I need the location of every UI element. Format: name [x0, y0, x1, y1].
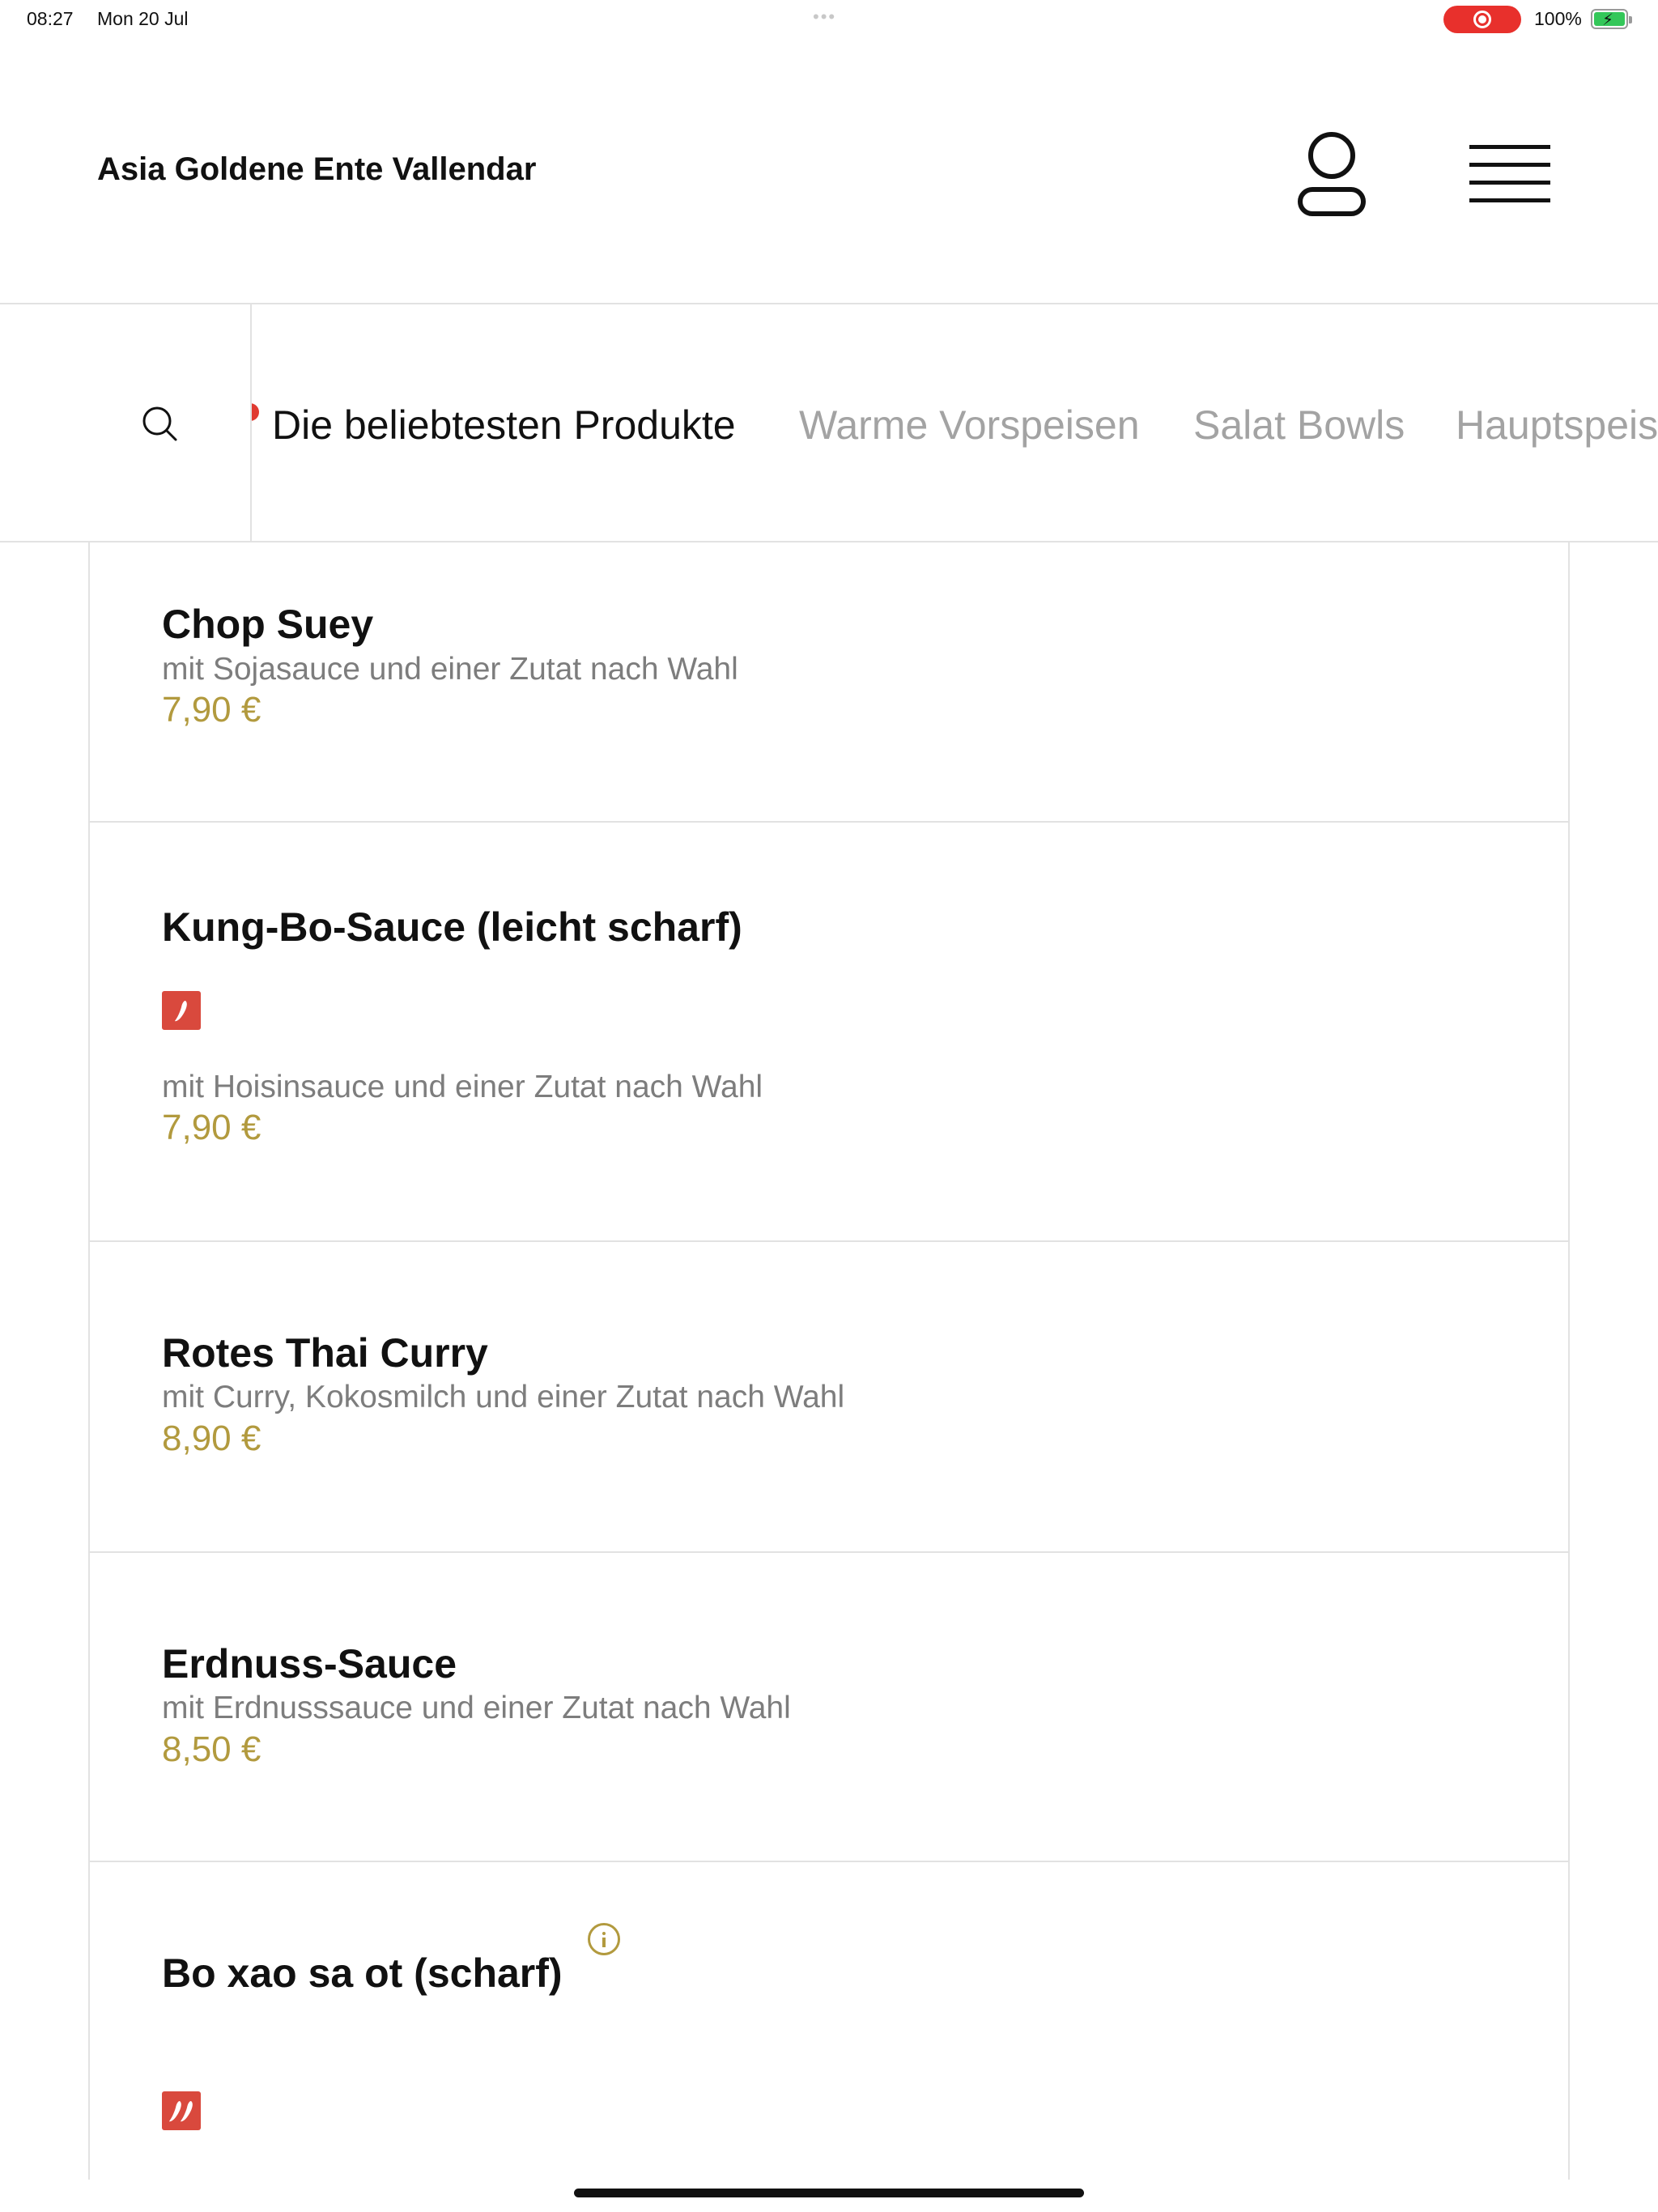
- tab-hauptspeisen[interactable]: Hauptspeis: [1456, 402, 1658, 449]
- status-time: 08:27: [27, 8, 74, 29]
- app-header: Asia Goldene Ente Vallendar: [0, 39, 1658, 304]
- product-item[interactable]: Chop Suey mit Sojasauce und einer Zutat …: [90, 542, 1568, 823]
- product-name: Kung-Bo-Sauce (leicht scharf): [162, 904, 742, 950]
- product-name: Bo xao sa ot (scharf): [162, 1950, 563, 1996]
- hamburger-menu-icon: [1469, 145, 1550, 202]
- product-description: mit Erdnusssauce und einer Zutat nach Wa…: [162, 1691, 791, 1725]
- product-item[interactable]: Kung-Bo-Sauce (leicht scharf) mit Hoisin…: [90, 823, 1568, 1242]
- product-price: 8,90 €: [162, 1419, 261, 1458]
- product-description: mit Curry, Kokosmilch und einer Zutat na…: [162, 1380, 845, 1414]
- chili-icon: [162, 991, 201, 1030]
- product-name: Rotes Thai Curry: [162, 1330, 488, 1376]
- account-button[interactable]: [1291, 126, 1372, 223]
- status-date: Mon 20 Jul: [97, 8, 189, 29]
- charging-bolt-icon: ⚡: [1602, 11, 1614, 29]
- battery-percent: 100%: [1534, 8, 1582, 29]
- menu-button[interactable]: [1461, 136, 1558, 217]
- search-button[interactable]: [0, 304, 252, 541]
- restaurant-name: Asia Goldene Ente Vallendar: [97, 151, 537, 187]
- product-name: Erdnuss-Sauce: [162, 1641, 457, 1687]
- info-icon[interactable]: [588, 1923, 620, 1955]
- screen-recording-indicator[interactable]: [1443, 6, 1521, 33]
- tab-salat-bowls[interactable]: Salat Bowls: [1193, 402, 1405, 449]
- product-name: Chop Suey: [162, 602, 374, 647]
- category-bar: Die beliebtesten Produkte Warme Vorspeis…: [0, 304, 1658, 542]
- product-item[interactable]: Rotes Thai Curry mit Curry, Kokosmilch u…: [90, 1242, 1568, 1553]
- product-price: 7,90 €: [162, 1108, 261, 1147]
- status-bar: 08:27 Mon 20 Jul ••• 100% ⚡: [0, 0, 1658, 39]
- product-description: mit Sojasauce und einer Zutat nach Wahl: [162, 652, 738, 687]
- double-chili-icon: [162, 2091, 201, 2130]
- product-price: 7,90 €: [162, 690, 261, 730]
- search-icon: [142, 406, 177, 441]
- tab-warme-vorspeisen[interactable]: Warme Vorspeisen: [799, 402, 1140, 449]
- product-description: mit Hoisinsauce und einer Zutat nach Wah…: [162, 1070, 763, 1104]
- multitasking-dots-icon[interactable]: •••: [813, 6, 836, 28]
- home-indicator[interactable]: [574, 2189, 1084, 2197]
- product-item[interactable]: Erdnuss-Sauce mit Erdnusssauce und einer…: [90, 1553, 1568, 1862]
- user-icon: [1298, 132, 1366, 216]
- product-price: 8,50 €: [162, 1729, 261, 1769]
- battery-icon: ⚡: [1591, 9, 1632, 29]
- product-item[interactable]: Bo xao sa ot (scharf): [90, 1862, 1568, 2180]
- tab-die-beliebtesten-produkte[interactable]: Die beliebtesten Produkte: [272, 402, 736, 449]
- product-list: Chop Suey mit Sojasauce und einer Zutat …: [88, 542, 1570, 2180]
